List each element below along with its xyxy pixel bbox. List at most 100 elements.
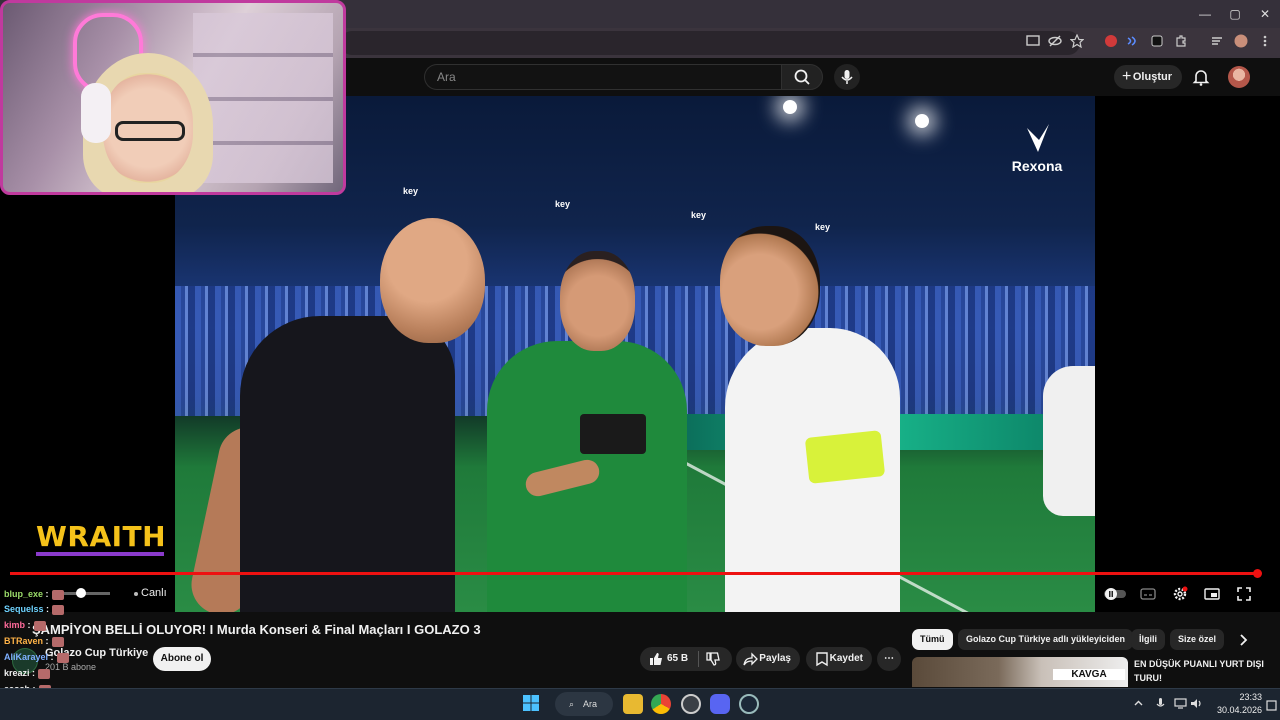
player-edge (1043, 366, 1095, 516)
minimize-button[interactable]: — (1188, 4, 1222, 24)
voice-search-button[interactable] (834, 64, 860, 90)
progress-scrubber[interactable] (1253, 569, 1262, 578)
chat-message: BTRaven : (4, 636, 64, 647)
chip-for-you[interactable]: Size özel (1170, 629, 1225, 650)
chip-from-uploader[interactable]: Golazo Cup Türkiye adlı yükleyiciden (958, 629, 1134, 650)
video-letterbox-right (1095, 96, 1280, 612)
file-explorer-icon[interactable] (623, 694, 643, 714)
bookmark-star-icon[interactable] (1070, 34, 1088, 52)
chat-separator: : (43, 604, 50, 614)
chevron-right-icon[interactable] (1234, 631, 1252, 649)
chip-all[interactable]: Tümü (912, 629, 953, 650)
miniplayer-icon[interactable] (1204, 586, 1220, 602)
key-tag: key (691, 210, 707, 220)
player-left (240, 316, 455, 612)
webcam-shelf (193, 13, 333, 183)
wraith-logo: WRAITH (36, 520, 167, 553)
chat-message: Sequelss : (4, 604, 65, 615)
chat-emote-icon (51, 589, 64, 600)
wraith-logo-underline (36, 552, 164, 556)
like-count[interactable]: 65 B (667, 647, 688, 671)
video-title: ŞAMPİYON BELLİ OLUYOR! I Murda Konseri &… (32, 622, 481, 637)
chat-message: kimb : (4, 620, 46, 631)
address-bar[interactable] (340, 31, 1080, 55)
maximize-button[interactable]: ▢ (1218, 4, 1252, 24)
webcam-headphones (81, 83, 111, 143)
taskbar-time[interactable]: 23:33 (1222, 692, 1262, 702)
chat-separator: : (43, 636, 49, 646)
create-label: Oluştur (1132, 71, 1172, 83)
chat-message: kreazi : (4, 668, 51, 679)
search-input[interactable]: Ara (424, 64, 782, 90)
save-bookmark-icon (814, 651, 830, 667)
progress-bar[interactable] (10, 572, 1260, 575)
settings-gear-icon[interactable] (1172, 586, 1188, 602)
extension-box-icon[interactable] (1150, 34, 1168, 52)
rexona-logo-icon (1025, 122, 1051, 156)
close-window-button[interactable]: ✕ (1248, 4, 1280, 24)
live-label[interactable]: Canlı (141, 587, 167, 599)
chat-username[interactable]: AliKarayel (4, 652, 48, 662)
save-button[interactable]: Kaydet (806, 647, 872, 671)
chat-username[interactable]: blup_exe (4, 589, 43, 599)
reading-list-icon[interactable] (1210, 34, 1228, 52)
extension-wave-icon[interactable] (1126, 34, 1144, 52)
extension-icon[interactable] (1104, 34, 1122, 52)
autoplay-toggle-icon[interactable] (1103, 586, 1126, 602)
share-label: Paylaş (759, 653, 791, 664)
live-indicator-dot (134, 592, 138, 596)
player-right-head (720, 226, 820, 346)
recommended-title[interactable]: EN DÜŞÜK PUANLI YURT DIŞI TURU! (1134, 657, 1274, 685)
fullscreen-icon[interactable] (1236, 586, 1252, 602)
steam-icon[interactable] (739, 694, 759, 714)
notifications-bell-icon[interactable] (1191, 67, 1211, 87)
player-left-head (380, 218, 485, 343)
puzzle-icon[interactable] (1174, 34, 1192, 52)
share-button[interactable]: Paylaş (736, 647, 800, 671)
dislike-icon[interactable] (705, 651, 721, 667)
windows-start-icon[interactable] (523, 695, 539, 711)
discord-icon[interactable] (710, 694, 730, 714)
captain-armband (804, 430, 886, 484)
taskbar-search[interactable]: ⌕ Ara (555, 692, 613, 716)
subscribe-button[interactable]: Abone ol (153, 647, 211, 671)
key-tag: key (815, 222, 831, 232)
search-button[interactable] (781, 64, 823, 90)
cast-icon[interactable] (1026, 34, 1044, 52)
tray-mic-icon[interactable] (1154, 697, 1167, 710)
browser-menu-icon[interactable] (1258, 34, 1276, 52)
github-icon[interactable] (681, 694, 701, 714)
eye-off-icon[interactable] (1048, 34, 1066, 52)
chat-username[interactable]: BTRaven (4, 636, 43, 646)
search-icon (794, 69, 810, 85)
profile-icon[interactable] (1234, 34, 1252, 52)
plus-icon: + (1122, 68, 1132, 85)
account-avatar[interactable] (1228, 66, 1250, 88)
chat-username[interactable]: Sequelss (4, 604, 44, 614)
chat-separator: : (25, 620, 31, 630)
subtitles-icon[interactable] (1140, 586, 1156, 602)
tray-chevron-up-icon[interactable] (1132, 697, 1145, 710)
referee-camera (580, 414, 646, 454)
chat-emote-icon (51, 636, 64, 647)
like-divider (698, 651, 699, 667)
chat-separator: : (43, 589, 49, 599)
stadium-light (783, 100, 797, 114)
chat-emote-icon (38, 668, 51, 679)
key-tag: key (555, 199, 571, 209)
key-tag: key (403, 186, 419, 196)
save-label: Kaydet (829, 653, 863, 664)
taskbar-date[interactable]: 30.04.2026 (1202, 705, 1262, 715)
chat-username[interactable]: kimb (4, 620, 25, 630)
like-icon[interactable] (648, 651, 664, 667)
chat-emote-icon (52, 604, 65, 615)
chat-username[interactable]: kreazi (4, 668, 30, 678)
volume-knob[interactable] (76, 588, 86, 598)
chrome-icon[interactable] (651, 694, 671, 714)
tray-network-icon[interactable] (1174, 697, 1187, 710)
notification-center-icon[interactable] (1266, 700, 1279, 713)
chip-related[interactable]: İlgili (1131, 629, 1165, 650)
chat-emote-icon (56, 652, 69, 663)
more-actions-icon[interactable]: ⋯ (877, 647, 901, 671)
create-button[interactable]: + Oluştur (1114, 65, 1182, 89)
